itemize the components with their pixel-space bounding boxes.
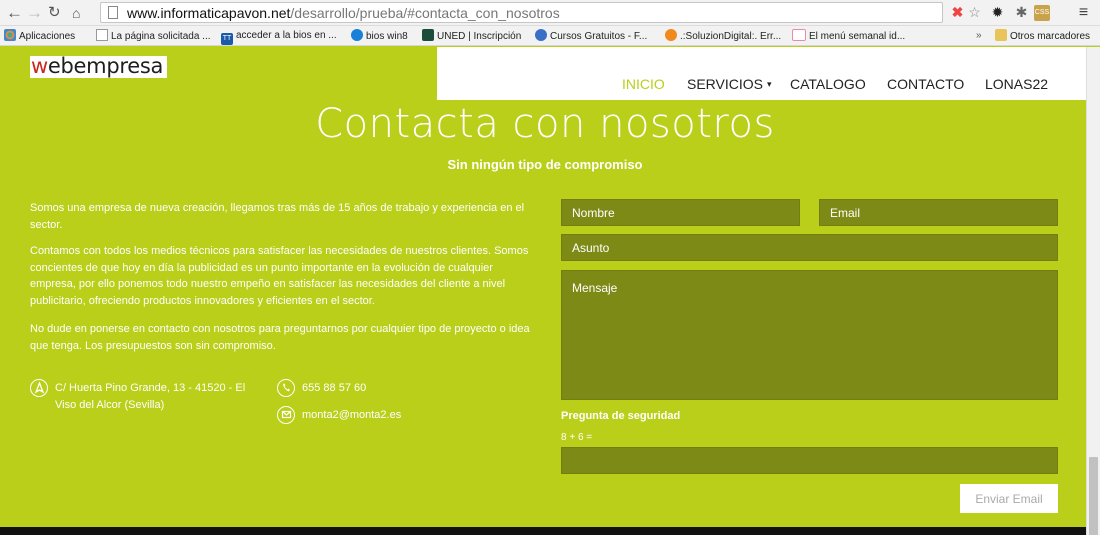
menu-icon[interactable]: ≡ [1075,4,1092,21]
nav-catalogo[interactable]: CATALOGO [790,76,866,92]
bookmark-label: UNED | Inscripción [437,31,522,42]
bookmark-item[interactable]: TT acceder a la bios en ... [221,29,337,45]
about-paragraph-3: No dude en ponerse en contacto con nosot… [30,323,530,352]
bug-extension-icon[interactable]: ✱ [1013,4,1030,21]
bookmark-item[interactable]: UNED | Inscripción [422,29,521,44]
security-question: 8 + 6 = [561,432,593,443]
url-path: /desarrollo/prueba/#contacta_con_nosotro… [290,5,560,21]
uned-favicon-icon [422,29,434,41]
bookmark-item[interactable]: La página solicitada ... [96,29,211,44]
bookmark-item[interactable]: Cursos Gratuitos - F... [535,29,647,44]
bookmark-label: bios win8 [366,31,408,42]
cursos-favicon-icon [535,29,547,41]
page-icon [108,6,118,19]
url-host: www.informaticapavon.net [127,5,291,21]
home-icon[interactable]: ⌂ [72,3,80,23]
nav-servicios[interactable]: SERVICIOS ▾ [687,76,772,92]
other-bookmarks-folder[interactable]: Otros marcadores [995,29,1090,44]
bookmark-item[interactable]: El menú semanal id... [792,29,905,44]
joomla-extension-icon[interactable]: ✖ [949,4,966,21]
subject-field[interactable] [561,234,1058,261]
back-arrow-icon[interactable]: ← [6,3,23,23]
message-field[interactable] [561,270,1058,400]
bookmark-label: Otros marcadores [1010,31,1091,42]
bookmark-label: Cursos Gratuitos - F... [550,31,648,42]
scrollbar-thumb[interactable] [1089,457,1098,535]
email-field[interactable] [819,199,1058,226]
tt-favicon-icon: TT [221,33,233,45]
logo-rest: ebempresa [47,54,164,78]
bookmark-item[interactable]: .:SoluzionDigital:. Err... [665,29,781,44]
security-question-label: Pregunta de seguridad [561,410,681,422]
contact-phone: 655 88 57 60 [302,382,367,394]
nav-lonas22[interactable]: LONAS22 [985,76,1048,92]
soluzion-favicon-icon [665,29,677,41]
folder-icon [995,29,1007,41]
forward-arrow-icon[interactable]: → [26,3,43,23]
location-icon [30,379,48,397]
css-extension-icon[interactable]: CSS [1034,5,1050,21]
page-title: Contacta con nosotros [315,101,775,147]
address-bar[interactable]: www.informaticapavon.net/desarrollo/prue… [100,2,943,23]
page-subtitle: Sin ningún tipo de compromiso [447,157,643,172]
site-logo[interactable]: webempresa [30,54,167,78]
bookmark-label: Aplicaciones [19,31,76,42]
bookmark-label: .:SoluzionDigital:. Err... [680,31,782,42]
url-text: www.informaticapavon.net/desarrollo/prue… [127,4,560,22]
about-paragraph-2: Contamos con todos los medios técnicos p… [30,245,529,307]
apps-grid-icon [4,29,16,41]
phone-icon [277,379,295,397]
browser-toolbar: ← → ↻ ⌂ www.informaticapavon.net/desarro… [0,0,1100,26]
bookmark-label: acceder a la bios en ... [236,30,337,41]
nav-inicio[interactable]: INICIO [622,76,665,92]
logo-text: webempresa [31,54,163,78]
name-field[interactable] [561,199,800,226]
contact-email[interactable]: monta2@monta2.es [302,407,401,424]
captcha-field[interactable] [561,447,1058,474]
bookmark-star-icon[interactable]: ☆ [966,4,983,21]
bookmark-item[interactable]: bios win8 [351,29,408,44]
more-bookmarks-button[interactable]: » [976,29,982,43]
footer [0,527,1100,535]
reload-icon[interactable]: ↻ [48,3,61,23]
hp-favicon-icon [351,29,363,41]
page-scrollbar[interactable] [1086,47,1100,535]
gear-extension-icon[interactable]: ✹ [989,4,1006,21]
nav-servicios-label: SERVICIOS [687,76,763,92]
contact-address: C/ Huerta Pino Grande, 13 - 41520 - El V… [55,382,246,411]
about-paragraph-1: Somos una empresa de nueva creación, lle… [30,202,525,231]
bookmarks-bar: Aplicaciones La página solicitada ... TT… [0,26,1100,46]
page-icon [96,29,108,41]
send-email-button[interactable]: Enviar Email [960,484,1058,513]
logo-w: w [31,54,48,78]
bookmark-label: El menú semanal id... [809,31,906,42]
envelope-icon [277,406,295,424]
nav-contacto[interactable]: CONTACTO [887,76,964,92]
rtve-favicon-icon [792,29,806,41]
bookmark-label: La página solicitada ... [111,31,211,42]
chevron-down-icon: ▾ [767,79,772,89]
bookmark-apps[interactable]: Aplicaciones [4,29,75,44]
main-nav: INICIO SERVICIOS ▾ CATALOGO CONTACTO LONA… [437,47,1086,100]
